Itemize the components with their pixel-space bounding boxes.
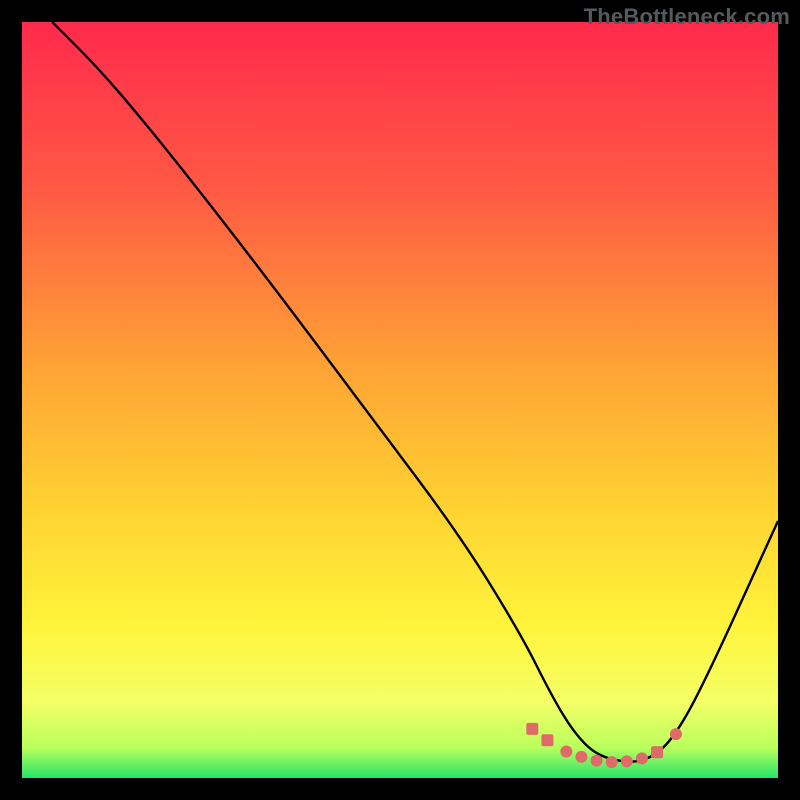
data-point (575, 751, 587, 763)
data-point (541, 734, 553, 746)
data-point (636, 752, 648, 764)
data-point (651, 746, 663, 758)
plot-area (22, 22, 778, 778)
data-point (591, 755, 603, 767)
data-point (560, 746, 572, 758)
data-point (621, 755, 633, 767)
data-point (606, 756, 618, 768)
chart-svg (22, 22, 778, 778)
watermark-text: TheBottleneck.com (584, 4, 790, 30)
data-point (526, 723, 538, 735)
data-point (670, 728, 682, 740)
gradient-background (22, 22, 778, 778)
chart-container: TheBottleneck.com (0, 0, 800, 800)
